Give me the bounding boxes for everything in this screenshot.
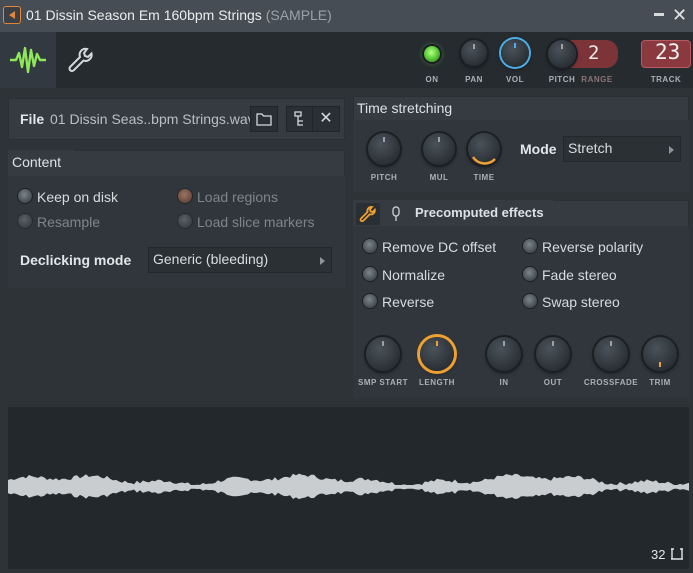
reverse-polarity-checkbox[interactable] bbox=[523, 239, 537, 253]
folder-icon bbox=[256, 113, 272, 126]
ts-time-label: TIME bbox=[473, 173, 495, 182]
waveform-display[interactable]: 32 bbox=[8, 407, 689, 569]
range-label: RANGE bbox=[581, 75, 613, 84]
trim-label: TRIM bbox=[649, 378, 671, 387]
remove-dc-offset-label: Remove DC offset bbox=[382, 239, 497, 255]
crossfade-label: CROSSFADE bbox=[583, 378, 639, 387]
close-icon[interactable]: ✕ bbox=[672, 5, 687, 25]
out-knob[interactable] bbox=[536, 337, 570, 371]
file-label: File bbox=[20, 111, 45, 127]
wrench-icon bbox=[359, 206, 376, 223]
track-label: TRACK bbox=[650, 75, 682, 84]
ts-pitch-knob[interactable] bbox=[368, 133, 400, 165]
tree-icon bbox=[294, 111, 303, 126]
fade-stereo-checkbox[interactable] bbox=[523, 267, 537, 281]
clear-file-button[interactable]: ✕ bbox=[312, 106, 340, 132]
locate-file-button[interactable] bbox=[286, 106, 314, 132]
remove-dc-offset-checkbox[interactable] bbox=[363, 239, 377, 253]
time-stretching-title: Time stretching bbox=[357, 100, 453, 116]
normalize-checkbox[interactable] bbox=[363, 267, 377, 281]
minimize-icon[interactable] bbox=[654, 13, 664, 16]
load-slice-markers-label: Load slice markers bbox=[197, 214, 315, 230]
file-name: 01 Dissin Seas..bpm Strings.wav bbox=[50, 111, 255, 127]
pitch-label: PITCH bbox=[548, 75, 576, 84]
mode-label: Mode bbox=[520, 141, 557, 157]
resample-label: Resample bbox=[37, 214, 101, 230]
resample-radio[interactable] bbox=[18, 214, 32, 228]
keep-on-disk-label: Keep on disk bbox=[37, 189, 118, 205]
vol-label: VOL bbox=[506, 75, 524, 84]
waveform-shape bbox=[8, 473, 689, 500]
on-label: ON bbox=[425, 75, 439, 84]
length-label: LENGTH bbox=[419, 378, 455, 387]
volume-knob[interactable] bbox=[501, 39, 529, 67]
load-regions-checkbox[interactable] bbox=[178, 189, 192, 203]
crossfade-knob[interactable] bbox=[594, 337, 628, 371]
wrench-icon bbox=[68, 47, 93, 72]
chevron-right-icon bbox=[669, 146, 674, 154]
load-regions-label: Load regions bbox=[197, 189, 278, 205]
chevron-right-icon bbox=[320, 257, 325, 265]
reverse-label: Reverse bbox=[382, 294, 435, 310]
content-title: Content bbox=[12, 154, 62, 170]
precomputed-title: Precomputed effects bbox=[415, 205, 544, 220]
zoom-counter: 32 bbox=[651, 547, 666, 562]
tab-sample[interactable] bbox=[0, 32, 56, 88]
pitch-range-value: 2 bbox=[588, 42, 600, 64]
smp-start-label: SMP START bbox=[358, 378, 408, 387]
pan-knob[interactable] bbox=[461, 40, 487, 66]
swap-stereo-label: Swap stereo bbox=[542, 294, 620, 310]
pitch-knob[interactable] bbox=[548, 40, 576, 68]
reverse-polarity-label: Reverse polarity bbox=[542, 239, 644, 255]
fade-stereo-label: Fade stereo bbox=[542, 267, 617, 283]
load-slice-markers-checkbox[interactable] bbox=[178, 214, 192, 228]
out-label: OUT bbox=[543, 378, 563, 387]
declicking-mode-label: Declicking mode bbox=[20, 252, 132, 268]
ts-time-knob[interactable] bbox=[468, 133, 500, 165]
keep-on-disk-radio[interactable] bbox=[18, 189, 32, 203]
channel-on-led[interactable] bbox=[424, 46, 440, 62]
ts-mul-knob[interactable] bbox=[423, 133, 455, 165]
open-folder-button[interactable] bbox=[250, 106, 278, 132]
normalize-label: Normalize bbox=[382, 267, 446, 283]
stretch-mode-value: Stretch bbox=[568, 140, 613, 156]
ts-pitch-label: PITCH bbox=[370, 173, 398, 182]
pan-label: PAN bbox=[465, 75, 483, 84]
reverse-checkbox[interactable] bbox=[363, 294, 377, 308]
swap-stereo-checkbox[interactable] bbox=[523, 294, 537, 308]
smp-start-knob[interactable] bbox=[366, 337, 400, 371]
back-arrow-icon[interactable] bbox=[3, 6, 21, 24]
declicking-mode-value: Generic (bleeding) bbox=[153, 251, 269, 267]
microphone-icon bbox=[392, 206, 400, 221]
zoom-fit-icon[interactable] bbox=[670, 547, 684, 561]
ts-mul-label: MUL bbox=[429, 173, 449, 182]
window-title-suffix: (SAMPLE) bbox=[265, 7, 332, 23]
mic-button[interactable] bbox=[388, 204, 404, 224]
x-icon: ✕ bbox=[319, 110, 333, 127]
length-knob[interactable] bbox=[420, 337, 454, 371]
in-label: IN bbox=[499, 378, 509, 387]
window-title-name: 01 Dissin Season Em 160bpm Strings bbox=[26, 7, 262, 23]
in-knob[interactable] bbox=[487, 337, 521, 371]
tab-settings[interactable] bbox=[60, 40, 100, 80]
time-knob-arc bbox=[471, 156, 496, 165]
declicking-mode-select[interactable]: Generic (bleeding) bbox=[148, 247, 332, 273]
stretch-mode-select[interactable]: Stretch bbox=[563, 136, 681, 162]
waveform-graphic bbox=[8, 473, 689, 500]
effects-wrench-button[interactable] bbox=[356, 203, 380, 225]
waveform-tab-icon bbox=[10, 46, 46, 74]
window-title: 01 Dissin Season Em 160bpm Strings (SAMP… bbox=[26, 7, 332, 23]
trim-knob[interactable] bbox=[643, 337, 677, 371]
mixer-track-value: 23 bbox=[655, 40, 681, 64]
